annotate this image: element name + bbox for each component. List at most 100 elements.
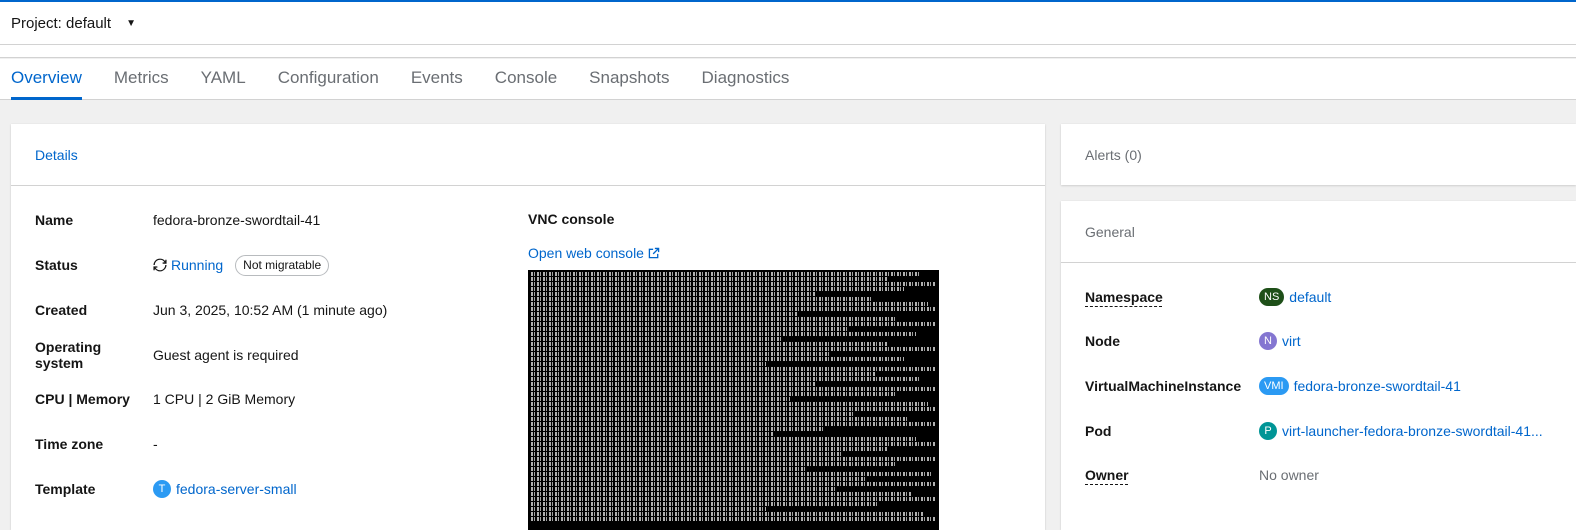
timezone-row: Time zone - [35, 434, 158, 454]
template-link[interactable]: fedora-server-small [176, 481, 297, 497]
pod-badge-icon: P [1259, 422, 1277, 440]
console-text-line [531, 427, 823, 431]
console-text-line [531, 422, 936, 426]
tab-yaml[interactable]: YAML [201, 59, 246, 100]
console-text-line [531, 412, 855, 416]
cpu-memory-label: CPU | Memory [35, 391, 130, 407]
console-text-line [531, 342, 888, 346]
console-text-line [531, 507, 766, 511]
os-label: Operating system [35, 339, 102, 371]
console-text-line [531, 452, 843, 456]
created-value: Jun 3, 2025, 10:52 AM (1 minute ago) [153, 302, 388, 318]
open-web-console-link[interactable]: Open web console [528, 245, 644, 261]
status-running-link[interactable]: Running [171, 257, 223, 273]
console-text-line [531, 317, 896, 321]
console-text-line [531, 352, 831, 356]
general-title: General [1085, 223, 1135, 240]
namespace-row: Namespace NS default [1085, 287, 1331, 307]
created-label: Created [35, 302, 88, 318]
project-selector[interactable]: Project: default ▼ [11, 15, 136, 32]
vmi-label: VirtualMachineInstance [1085, 378, 1242, 394]
alerts-card: Alerts (0) [1061, 124, 1576, 185]
console-text-line [531, 517, 936, 521]
vnc-console-title: VNC console [528, 211, 615, 227]
pod-link[interactable]: virt-launcher-fedora-bronze-swordtail-41… [1282, 423, 1543, 439]
console-text-line [531, 397, 791, 401]
name-label: Name [35, 212, 74, 228]
cpu-memory-value: 1 CPU | 2 GiB Memory [153, 391, 296, 407]
header-spacer [0, 45, 1576, 58]
console-text-line [531, 437, 916, 441]
cpu-memory-row: CPU | Memory 1 CPU | 2 GiB Memory [35, 389, 295, 409]
console-text-line [531, 302, 928, 306]
details-card: Details Name fedora-bronze-swordtail-41 … [11, 124, 1045, 530]
console-text-line [531, 337, 783, 341]
node-link[interactable]: virt [1282, 333, 1301, 349]
node-row: Node N virt [1085, 331, 1301, 351]
alerts-title[interactable]: Alerts (0) [1085, 147, 1142, 163]
console-text-line [531, 457, 936, 461]
caret-down-icon: ▼ [126, 17, 136, 29]
details-title-link[interactable]: Details [35, 147, 78, 163]
node-badge-icon: N [1259, 332, 1277, 350]
os-value: Guest agent is required [153, 347, 299, 363]
console-text-line [531, 487, 835, 491]
console-text-line [531, 442, 936, 446]
template-badge-icon: T [153, 480, 171, 498]
console-text-line [531, 312, 799, 316]
external-link-icon[interactable] [647, 246, 661, 260]
console-text-line [531, 292, 815, 296]
console-text-line [531, 377, 920, 381]
console-text-line [531, 492, 912, 496]
console-text-line [531, 467, 807, 471]
console-text-line [531, 392, 896, 396]
timezone-value: - [153, 436, 158, 452]
os-row: Operating system Guest agent is required [35, 339, 299, 371]
console-text-line [531, 462, 896, 466]
name-value: fedora-bronze-swordtail-41 [153, 212, 321, 228]
console-text-line [531, 382, 815, 386]
project-bar: Project: default ▼ [0, 2, 1576, 45]
console-text-line [531, 287, 904, 291]
not-migratable-badge: Not migratable [235, 254, 330, 276]
console-text-line [531, 347, 936, 351]
tab-events[interactable]: Events [411, 59, 463, 100]
status-row: Status Running Not migratable [35, 254, 330, 276]
console-text-line [531, 327, 847, 331]
status-label: Status [35, 257, 78, 273]
tab-overview[interactable]: Overview [11, 59, 82, 100]
console-text-line [531, 372, 876, 376]
console-text-line [531, 477, 868, 481]
console-text-line [531, 432, 774, 436]
console-text-line [531, 482, 936, 486]
namespace-badge-icon: NS [1259, 288, 1285, 306]
console-text-line [531, 472, 932, 476]
tab-metrics[interactable]: Metrics [114, 59, 169, 100]
tab-console[interactable]: Console [495, 59, 557, 100]
owner-row: Owner No owner [1085, 465, 1319, 485]
console-text-line [531, 497, 936, 501]
owner-label[interactable]: Owner [1085, 467, 1129, 483]
console-text-line [531, 402, 928, 406]
console-text-line [531, 357, 904, 361]
vmi-badge-icon: VMI [1259, 377, 1289, 395]
template-row: Template T fedora-server-small [35, 479, 297, 499]
namespace-link[interactable]: default [1289, 289, 1331, 305]
tab-bar: Overview Metrics YAML Configuration Even… [0, 59, 1576, 100]
console-text-line [531, 512, 924, 516]
timezone-label: Time zone [35, 436, 104, 452]
console-text-line [531, 502, 880, 506]
console-text-line [531, 332, 916, 336]
vmi-row: VirtualMachineInstance VMI fedora-bronze… [1085, 376, 1461, 396]
owner-value: No owner [1259, 467, 1319, 483]
console-text-line [531, 407, 936, 411]
tab-snapshots[interactable]: Snapshots [589, 59, 669, 100]
vmi-link[interactable]: fedora-bronze-swordtail-41 [1294, 378, 1461, 394]
namespace-label[interactable]: Namespace [1085, 289, 1163, 305]
vnc-console-screen[interactable] [528, 270, 939, 530]
created-row: Created Jun 3, 2025, 10:52 AM (1 minute … [35, 300, 387, 320]
project-selector-label: Project: default [11, 14, 112, 32]
tab-configuration[interactable]: Configuration [278, 59, 379, 100]
tab-diagnostics[interactable]: Diagnostics [702, 59, 790, 100]
console-text-line [531, 307, 936, 311]
